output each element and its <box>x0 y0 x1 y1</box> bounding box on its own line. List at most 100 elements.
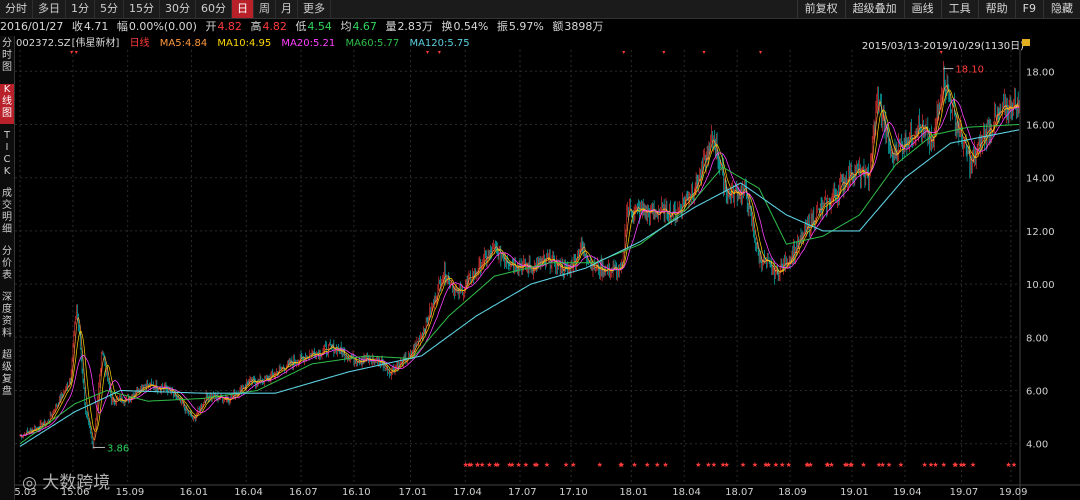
y-tick-label: 12.00 <box>1026 227 1055 238</box>
y-tick-label: 18.00 <box>1026 67 1055 78</box>
signal-marker: ★ <box>786 461 792 469</box>
menu-item[interactable]: 帮助 <box>977 0 1015 18</box>
signal-marker: ★ <box>494 461 500 469</box>
tab-period[interactable]: 1分 <box>66 0 95 18</box>
signal-marker: ★ <box>898 461 904 469</box>
signal-marker: ★ <box>644 461 650 469</box>
signal-marker: ★ <box>765 461 771 469</box>
signal-marker: ★ <box>468 461 474 469</box>
tab-period[interactable]: 分时 <box>0 0 33 18</box>
top-marker: ▾ <box>622 50 625 56</box>
sidebar-item[interactable]: K线图 <box>0 84 14 124</box>
signal-marker: ★ <box>618 461 624 469</box>
top-marker: ▾ <box>70 50 73 56</box>
signal-marker: ★ <box>773 461 779 469</box>
quote-low: 4.54 <box>307 20 332 33</box>
period-label: 日线 <box>129 38 150 49</box>
quote-low-label: 低 <box>295 20 307 33</box>
signal-marker: ★ <box>563 461 569 469</box>
menu-item[interactable]: F9 <box>1014 0 1043 18</box>
signal-marker: ★ <box>662 461 668 469</box>
stock-name: [伟星新材] <box>71 38 120 49</box>
menu-item[interactable]: 隐藏 <box>1043 0 1080 18</box>
quote-close: 4.71 <box>83 20 109 33</box>
signal-marker: ★ <box>570 461 576 469</box>
sidebar-item[interactable]: 分时图 <box>0 38 14 78</box>
signal-marker: ★ <box>952 461 958 469</box>
quote-high: 4.82 <box>262 20 287 33</box>
stock-code: 002372.SZ <box>16 38 71 49</box>
tab-period[interactable]: 多日 <box>33 0 66 18</box>
quote-amount: 3898万 <box>564 20 604 33</box>
signal-marker: ★ <box>486 461 492 469</box>
ma120-label: MA120:5.75 <box>409 38 470 49</box>
tab-period[interactable]: 周 <box>254 0 276 18</box>
tab-period[interactable]: 60分 <box>196 0 232 18</box>
top-marker: ▾ <box>438 50 441 56</box>
tab-period[interactable]: 30分 <box>160 0 196 18</box>
quote-open: 4.82 <box>217 20 242 33</box>
x-tick-label: 19.09 <box>999 487 1028 498</box>
sidebar-item[interactable]: 超级复盘 <box>0 350 14 402</box>
quote-date: 2016/01/27 <box>0 20 64 33</box>
quote-volume-label: 量 <box>385 20 397 33</box>
tab-period[interactable]: 日 <box>232 0 254 18</box>
menu-item[interactable]: 前复权 <box>796 0 845 18</box>
quote-bar: 2016/01/27 收4.71 幅0.00%(0.00) 开4.82 高4.8… <box>0 19 1080 35</box>
quote-turnover-label: 换 <box>441 20 453 33</box>
tab-period[interactable]: 15分 <box>124 0 160 18</box>
signal-marker: ★ <box>597 461 603 469</box>
watermark: ◎ 大数跨境 <box>22 468 110 493</box>
x-tick-label: 18.07 <box>725 487 754 498</box>
top-marker: ▾ <box>426 50 429 56</box>
lock-icon[interactable] <box>1022 39 1030 46</box>
signal-marker: ★ <box>711 461 717 469</box>
quote-amplitude: 5.97% <box>508 20 544 33</box>
signal-marker: ★ <box>961 461 967 469</box>
signal-marker: ★ <box>860 461 866 469</box>
x-tick-label: 18.01 <box>619 487 648 498</box>
signal-marker: ★ <box>879 461 885 469</box>
signal-marker: ★ <box>779 461 785 469</box>
ma20-label: MA20:5.21 <box>281 38 336 49</box>
min-annotation: 3.86 <box>107 443 129 454</box>
menu-item[interactable]: 画线 <box>903 0 941 18</box>
x-tick-label: 17.07 <box>508 487 537 498</box>
y-tick-label: 10.00 <box>1026 280 1055 291</box>
tab-period[interactable]: 5分 <box>95 0 124 18</box>
tab-period[interactable]: 更多 <box>298 0 331 18</box>
signal-marker: ★ <box>720 461 726 469</box>
x-tick-label: 19.04 <box>893 487 922 498</box>
quote-amplitude-label: 振 <box>496 20 508 33</box>
kline-chart[interactable]: 18.00 16.00 14.00 12.00 10.00 8.00 6.00 4.00 15.… <box>15 50 1080 500</box>
max-annotation: 18.10 <box>955 65 984 76</box>
x-tick-label: 15.09 <box>116 487 145 498</box>
x-tick-label: 16.07 <box>289 487 318 498</box>
right-menu: 前复权 超级叠加 画线 工具 帮助 F9 隐藏 <box>796 0 1080 18</box>
left-sidebar: 分时图 K线图 TICK 成交明细分价表深度资料超级复盘 <box>0 36 15 500</box>
signal-marker: ★ <box>921 461 927 469</box>
sidebar-item[interactable]: 成交明细 <box>0 188 14 240</box>
quote-close-label: 收 <box>71 20 83 33</box>
ma60-label: MA60:5.77 <box>345 38 400 49</box>
ma-legend: 002372.SZ[伟星新材] 日线 MA5:4.84 MA10:4.95 MA… <box>16 37 477 50</box>
sidebar-item[interactable]: 分价表 <box>0 246 14 286</box>
quote-change: 0.00%(0.00) <box>128 20 197 33</box>
signal-marker: ★ <box>825 461 831 469</box>
menu-item[interactable]: 工具 <box>940 0 978 18</box>
signal-marker: ★ <box>970 461 976 469</box>
signal-marker: ★ <box>523 461 529 469</box>
period-toolbar: 分时 多日 1分 5分 15分 30分 60分日周月更多 前复权 超级叠加 画线 工具 帮助 F9 隐藏 <box>0 0 1080 19</box>
signal-marker: ★ <box>631 461 637 469</box>
quote-volume: 2.83万 <box>397 20 433 33</box>
sidebar-item[interactable]: TICK <box>0 130 14 182</box>
signal-marker: ★ <box>807 461 813 469</box>
menu-item[interactable]: 超级叠加 <box>844 0 904 18</box>
ma5-label: MA5:4.84 <box>159 38 208 49</box>
quote-turnover: 0.54% <box>453 20 489 33</box>
x-tick-label: 17.04 <box>453 487 482 498</box>
x-tick-label: 19.07 <box>950 487 979 498</box>
sidebar-item[interactable]: 深度资料 <box>0 292 14 344</box>
tab-period[interactable]: 月 <box>276 0 298 18</box>
x-tick-label: 16.10 <box>342 487 371 498</box>
